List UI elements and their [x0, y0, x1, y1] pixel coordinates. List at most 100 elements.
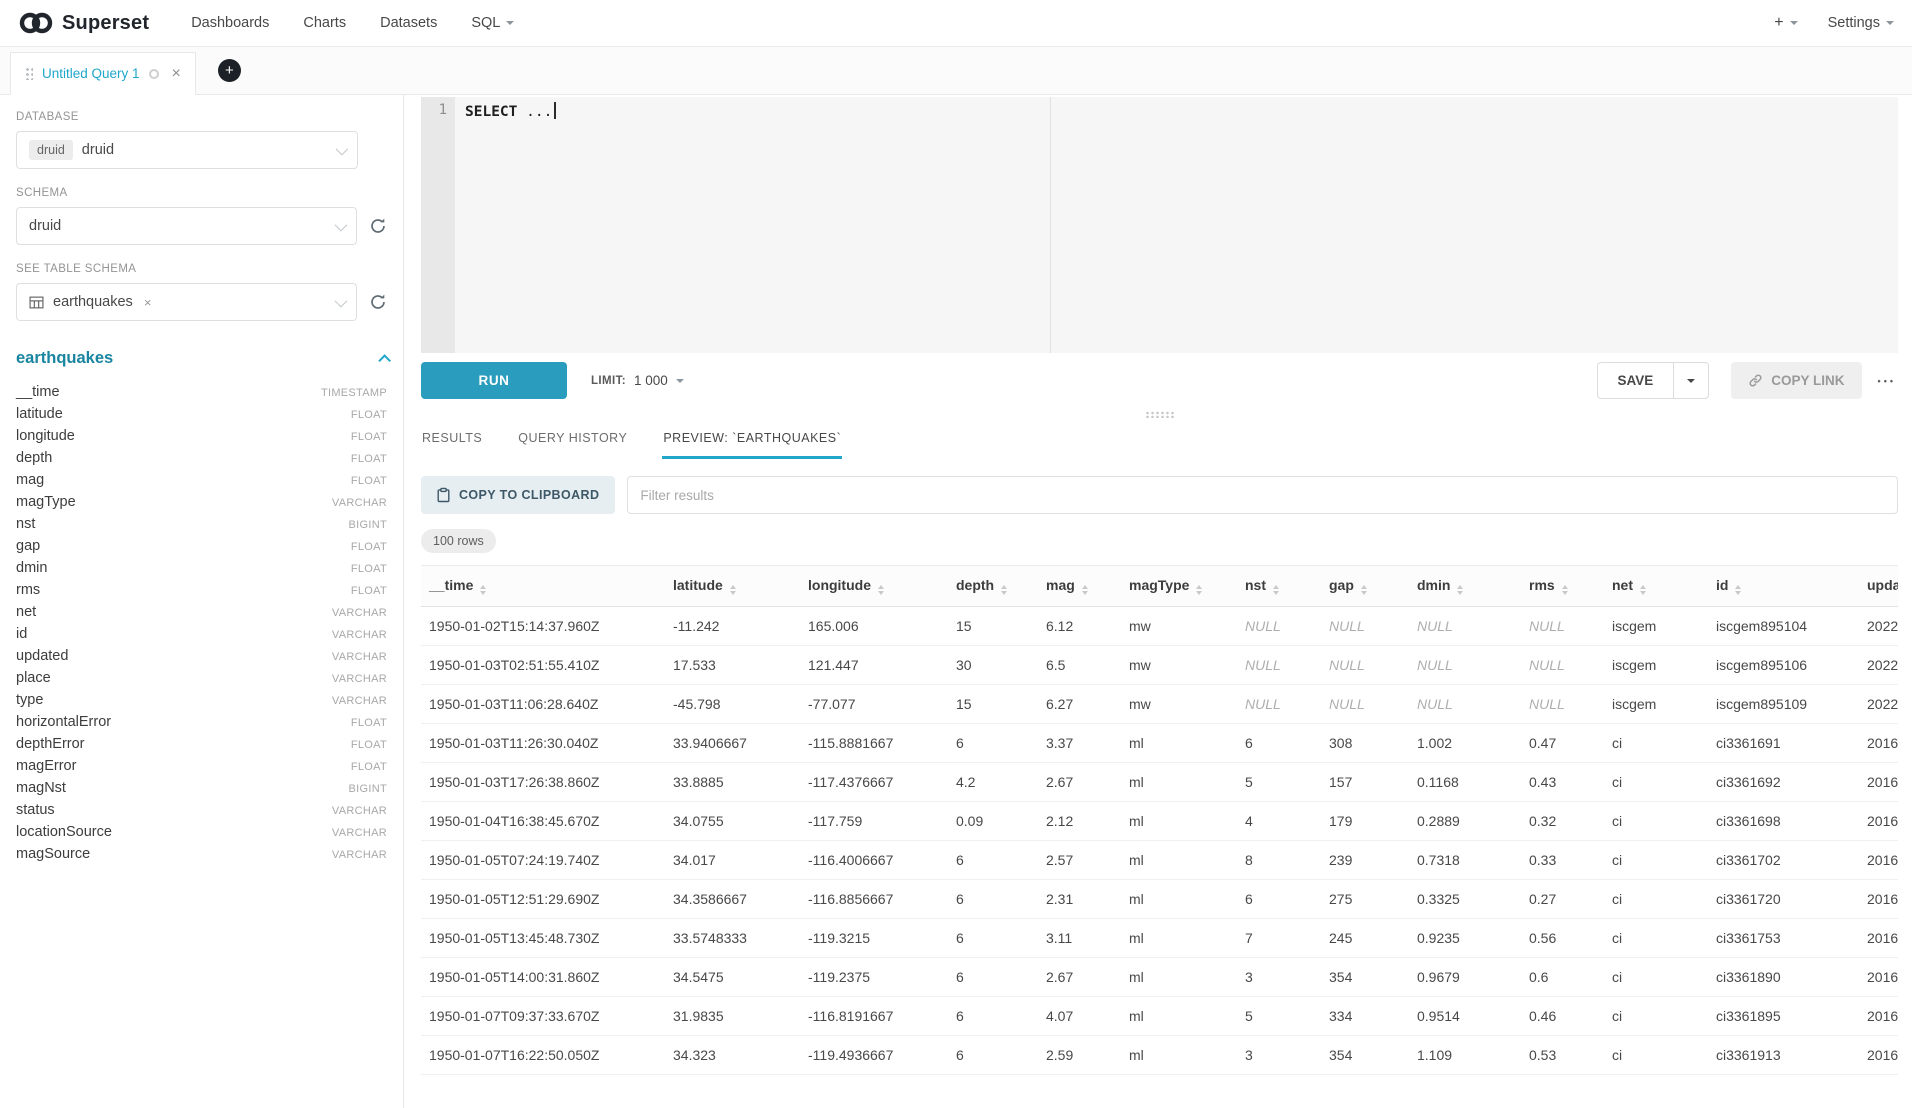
- results-tab-preview-earthquakes[interactable]: PREVIEW: `EARTHQUAKES`: [662, 423, 842, 459]
- table-row[interactable]: 1950-01-03T11:06:28.640Z-45.798-77.07715…: [421, 685, 1898, 724]
- table-column-type[interactable]: typeVARCHAR: [16, 692, 387, 714]
- column-header-dmin[interactable]: dmin: [1409, 566, 1521, 607]
- limit-dropdown[interactable]: LIMIT: 1 000: [591, 373, 684, 388]
- nav-item-dashboards[interactable]: Dashboards: [191, 15, 269, 31]
- results-tab-results[interactable]: RESULTS: [421, 423, 483, 459]
- table-column-updated[interactable]: updatedVARCHAR: [16, 648, 387, 670]
- table-column-locationsource[interactable]: locationSourceVARCHAR: [16, 824, 387, 846]
- table-schema-header[interactable]: earthquakes: [16, 349, 387, 368]
- column-header-id[interactable]: id: [1708, 566, 1859, 607]
- table-column-longitude[interactable]: longitudeFLOAT: [16, 428, 387, 450]
- table-column-magerror[interactable]: magErrorFLOAT: [16, 758, 387, 780]
- table-row[interactable]: 1950-01-04T16:38:45.670Z34.0755-117.7590…: [421, 802, 1898, 841]
- chevron-up-icon[interactable]: [378, 354, 391, 367]
- refresh-schema-icon[interactable]: [369, 217, 387, 235]
- table-column-status[interactable]: statusVARCHAR: [16, 802, 387, 824]
- column-header-gap[interactable]: gap: [1321, 566, 1409, 607]
- column-header-depth[interactable]: depth: [948, 566, 1038, 607]
- table-column-deptherror[interactable]: depthErrorFLOAT: [16, 736, 387, 758]
- table-row[interactable]: 1950-01-05T07:24:19.740Z34.017-116.40066…: [421, 841, 1898, 880]
- column-header-latitude[interactable]: latitude: [665, 566, 800, 607]
- column-header-magtype[interactable]: magType: [1121, 566, 1237, 607]
- sort-icon[interactable]: [1562, 585, 1568, 595]
- table-column-rms[interactable]: rmsFLOAT: [16, 582, 387, 604]
- table-column-time[interactable]: __timeTIMESTAMP: [16, 384, 387, 406]
- column-header-net[interactable]: net: [1604, 566, 1708, 607]
- nav-item-datasets[interactable]: Datasets: [380, 15, 437, 31]
- schema-select[interactable]: druid: [16, 207, 357, 245]
- column-name: depthError: [16, 736, 85, 752]
- sort-icon[interactable]: [730, 585, 736, 595]
- table-column-dmin[interactable]: dminFLOAT: [16, 560, 387, 582]
- table-column-magtype[interactable]: magTypeVARCHAR: [16, 494, 387, 516]
- column-header-rms[interactable]: rms: [1521, 566, 1604, 607]
- table-row[interactable]: 1950-01-07T16:22:50.050Z34.323-119.49366…: [421, 1036, 1898, 1075]
- sql-lab-main: 1 SELECT ... RUN LIMIT: 1 000 SAVE: [404, 95, 1912, 1108]
- sort-icon[interactable]: [1001, 585, 1007, 595]
- table-column-magnst[interactable]: magNstBIGINT: [16, 780, 387, 802]
- table-column-id[interactable]: idVARCHAR: [16, 626, 387, 648]
- table-column-mag[interactable]: magFLOAT: [16, 472, 387, 494]
- table-row[interactable]: 1950-01-03T17:26:38.860Z33.8885-117.4376…: [421, 763, 1898, 802]
- add-tab-button[interactable]: +: [218, 59, 241, 82]
- sort-icon[interactable]: [1457, 585, 1463, 595]
- sort-icon[interactable]: [878, 585, 884, 595]
- filter-results-input[interactable]: [627, 476, 1898, 514]
- column-type: FLOAT: [351, 541, 387, 553]
- table-column-magsource[interactable]: magSourceVARCHAR: [16, 846, 387, 868]
- table-row[interactable]: 1950-01-07T09:37:33.670Z31.9835-116.8191…: [421, 997, 1898, 1036]
- table-row[interactable]: 1950-01-02T15:14:37.960Z-11.242165.00615…: [421, 607, 1898, 646]
- sort-icon[interactable]: [1735, 585, 1741, 595]
- table-row[interactable]: 1950-01-03T11:26:30.040Z33.9406667-115.8…: [421, 724, 1898, 763]
- top-navbar: Superset Dashboards Charts Datasets SQL + S…: [0, 0, 1912, 47]
- column-header-longitude[interactable]: longitude: [800, 566, 948, 607]
- tab-untitled-query-1[interactable]: Untitled Query 1 ×: [10, 52, 196, 95]
- table-column-place[interactable]: placeVARCHAR: [16, 670, 387, 692]
- resize-handle-icon[interactable]: [1145, 411, 1175, 418]
- column-header-mag[interactable]: mag: [1038, 566, 1121, 607]
- more-options-icon[interactable]: •••: [1876, 370, 1898, 392]
- superset-logo[interactable]: Superset: [18, 11, 149, 35]
- new-item-button[interactable]: +: [1774, 14, 1797, 32]
- column-type: FLOAT: [351, 761, 387, 773]
- save-button[interactable]: SAVE: [1597, 362, 1674, 399]
- table-row[interactable]: 1950-01-05T13:45:48.730Z33.5748333-119.3…: [421, 919, 1898, 958]
- table-column-gap[interactable]: gapFLOAT: [16, 538, 387, 560]
- table-cell: 34.3586667: [665, 880, 800, 919]
- close-tab-icon[interactable]: ×: [172, 66, 181, 82]
- nav-item-charts[interactable]: Charts: [303, 15, 346, 31]
- table-cell: 1950-01-03T11:26:30.040Z: [421, 724, 665, 763]
- column-header-time[interactable]: __time: [421, 566, 665, 607]
- table-row[interactable]: 1950-01-05T12:51:29.690Z34.3586667-116.8…: [421, 880, 1898, 919]
- sql-editor[interactable]: 1 SELECT ...: [421, 97, 1898, 353]
- editor-code-line[interactable]: SELECT ...: [455, 97, 1898, 353]
- table-row[interactable]: 1950-01-05T14:00:31.860Z34.5475-119.2375…: [421, 958, 1898, 997]
- sort-icon[interactable]: [1640, 585, 1646, 595]
- run-button[interactable]: RUN: [421, 362, 567, 399]
- sort-icon[interactable]: [1273, 585, 1279, 595]
- table-column-latitude[interactable]: latitudeFLOAT: [16, 406, 387, 428]
- save-options-button[interactable]: [1673, 362, 1709, 399]
- results-tab-query-history[interactable]: QUERY HISTORY: [517, 423, 628, 459]
- sort-icon[interactable]: [1196, 585, 1202, 595]
- nav-item-sql[interactable]: SQL: [471, 15, 514, 31]
- table-row[interactable]: 1950-01-03T02:51:55.410Z17.533121.447306…: [421, 646, 1898, 685]
- sort-icon[interactable]: [1082, 585, 1088, 595]
- column-header-updated[interactable]: updated: [1859, 566, 1898, 607]
- copy-link-button[interactable]: COPY LINK: [1731, 362, 1861, 399]
- table-cell: 3: [1237, 958, 1321, 997]
- refresh-table-icon[interactable]: [369, 293, 387, 311]
- sort-icon[interactable]: [1361, 585, 1367, 595]
- database-select[interactable]: druid druid: [16, 131, 358, 169]
- column-header-nst[interactable]: nst: [1237, 566, 1321, 607]
- sort-icon[interactable]: [480, 585, 486, 595]
- table-select[interactable]: earthquakes ×: [16, 283, 357, 321]
- table-column-net[interactable]: netVARCHAR: [16, 604, 387, 626]
- table-column-nst[interactable]: nstBIGINT: [16, 516, 387, 538]
- table-column-depth[interactable]: depthFLOAT: [16, 450, 387, 472]
- drag-handle-icon[interactable]: [25, 67, 33, 80]
- copy-to-clipboard-button[interactable]: COPY TO CLIPBOARD: [421, 476, 615, 514]
- table-column-horizontalerror[interactable]: horizontalErrorFLOAT: [16, 714, 387, 736]
- clear-table-icon[interactable]: ×: [144, 295, 152, 310]
- settings-menu[interactable]: Settings: [1828, 15, 1894, 31]
